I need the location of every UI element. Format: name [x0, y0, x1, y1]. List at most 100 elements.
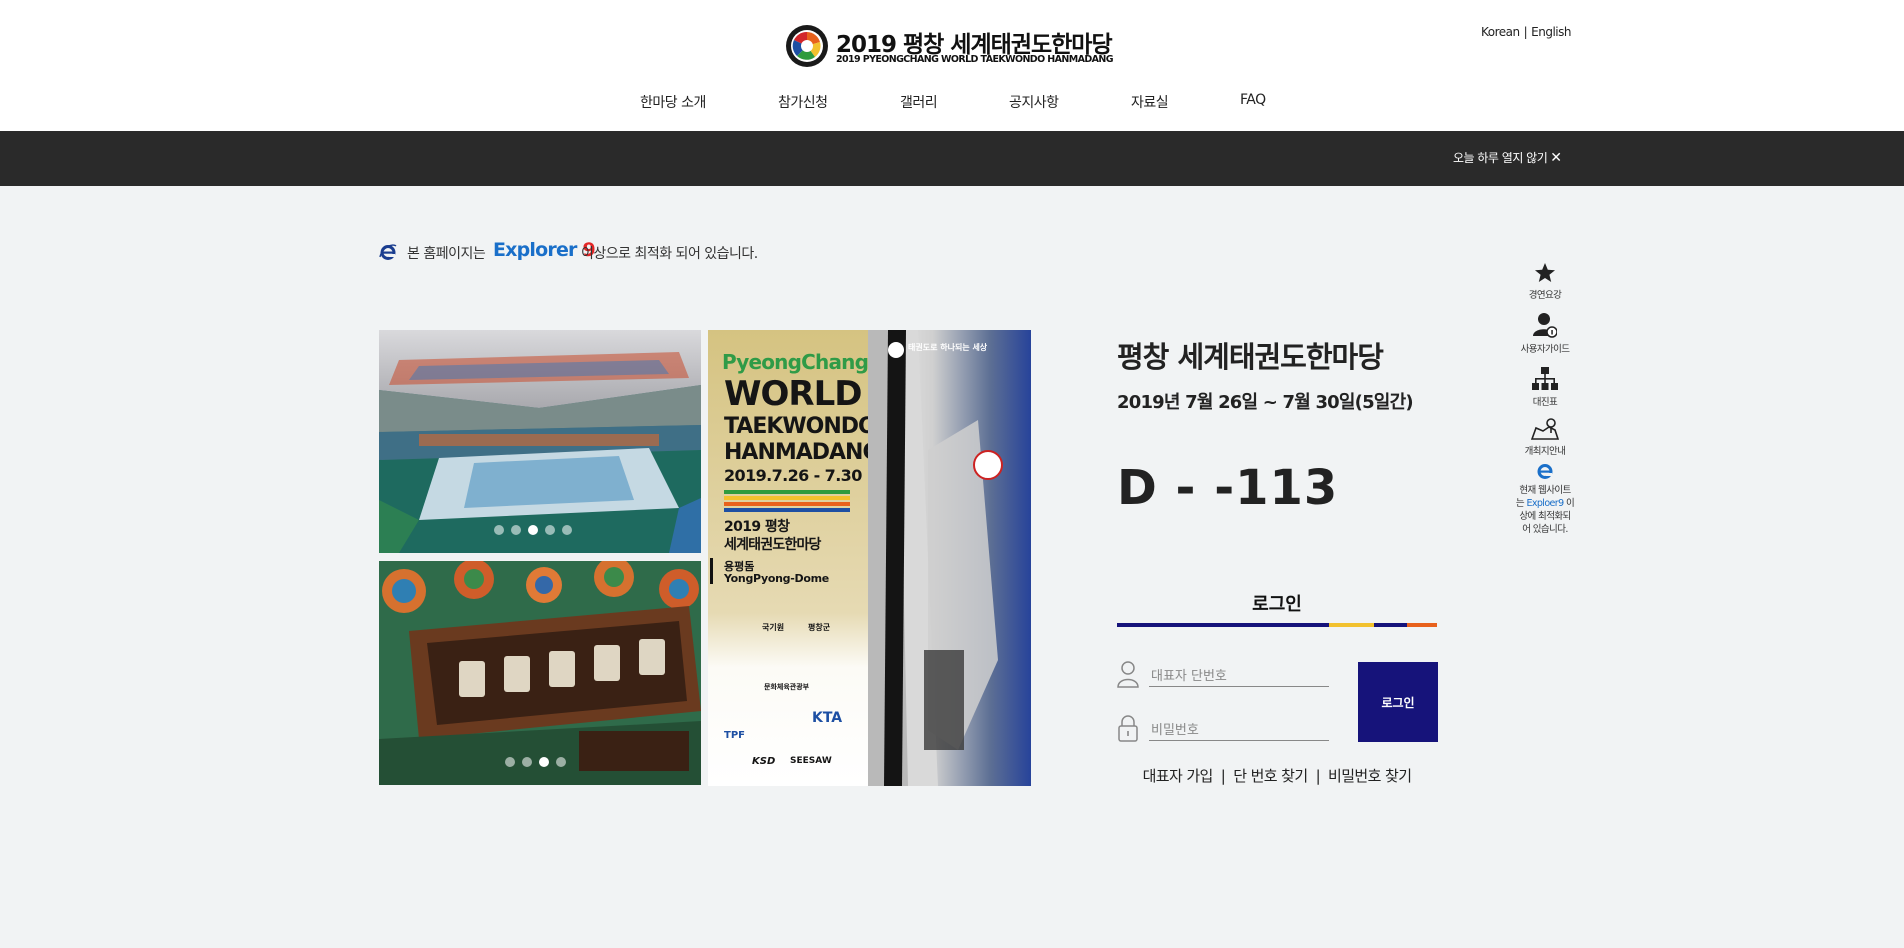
team-number-input[interactable] — [1149, 666, 1329, 687]
logo-subtitle: 2019 PYEONGCHANG WORLD TAEKWONDO HANMADA… — [836, 54, 1114, 65]
poster-brand: PyeongChang — [722, 350, 869, 374]
nav-item-notices[interactable]: 공지사항 — [1009, 92, 1059, 112]
event-date: 2019년 7월 26일 ~ 7월 30일(5일간) — [1117, 392, 1414, 413]
quick-item-label: 경연요강 — [1528, 290, 1562, 301]
stadium-photo-slider[interactable] — [379, 330, 701, 553]
quick-item-user-guide[interactable]: 사용자가이드 — [1506, 312, 1584, 355]
poster-venue-marker — [710, 558, 713, 584]
stadium-slider-dots — [494, 525, 572, 535]
lang-korean-link[interactable]: Korean — [1481, 25, 1520, 39]
login-links: 대표자 가입 | 단 번호 찾기 | 비밀번호 찾기 — [1117, 765, 1437, 786]
lock-icon — [1118, 715, 1138, 742]
quick-notice-text: 이 — [1565, 498, 1575, 509]
slider-dot[interactable] — [522, 757, 532, 767]
popup-close-bar: 오늘 하루 열지 않기 ✕ — [0, 131, 1904, 186]
close-today-label: 오늘 하루 열지 않기 — [1453, 151, 1548, 165]
poster-tagline: 태권도로 하나되는 세상 — [908, 343, 988, 352]
poster-sponsor-a: 국기원 — [762, 623, 785, 632]
poster-sponsor-b: 평창군 — [808, 623, 831, 632]
close-today-button[interactable]: 오늘 하루 열지 않기 ✕ — [1453, 149, 1562, 166]
nav-item-registration[interactable]: 참가신청 — [778, 92, 828, 112]
stadium-photo — [379, 330, 701, 553]
org-chart-icon — [1532, 367, 1558, 390]
quick-item-label: 대진표 — [1532, 397, 1558, 408]
notice-text-after: 이상으로 최적화 되어 있습니다. — [581, 246, 758, 262]
slider-dot[interactable] — [556, 757, 566, 767]
quick-item-label: 사용자가이드 — [1520, 344, 1570, 355]
lang-separator: | — [1523, 25, 1528, 39]
lang-english-link[interactable]: English — [1531, 25, 1571, 39]
event-title: 평창 세계태권도한마당 — [1117, 340, 1384, 374]
poster-sponsor-c: 문화체육관광부 — [764, 683, 810, 691]
slider-dot-active[interactable] — [528, 525, 538, 535]
poster-sponsor-e: TPF — [724, 730, 745, 741]
user-guide-icon — [1533, 313, 1558, 338]
link-separator: | — [1220, 767, 1226, 785]
poster-sponsor-g: SEESAW — [790, 756, 832, 766]
language-switcher: Korean | English — [1481, 25, 1572, 39]
team-number-field — [1117, 660, 1329, 690]
close-icon: ✕ — [1550, 150, 1562, 166]
poster-line-hanmadang: HANMADANG — [724, 440, 881, 465]
slider-dot[interactable] — [511, 525, 521, 535]
slider-dot[interactable] — [505, 757, 515, 767]
quick-notice-line3: 상에 최적화되 — [1519, 511, 1571, 522]
poster-dates: 2019.7.26 - 7.30 — [724, 466, 862, 485]
notice-browser-name: Explorer — [493, 239, 577, 261]
poster-color-stripes — [724, 490, 850, 512]
signboard-photo — [379, 561, 701, 785]
internet-explorer-icon — [379, 244, 397, 260]
quick-item-label: 개최지안내 — [1524, 446, 1566, 457]
event-poster[interactable]: PyeongChang WORLD TAEKWONDO HANMADANG 20… — [708, 330, 1031, 786]
login-title: 로그인 — [1252, 594, 1302, 615]
password-field — [1117, 714, 1329, 744]
quick-item-venue[interactable]: 개최지안내 — [1506, 418, 1584, 457]
main-nav: 한마당 소개 참가신청 갤러리 공지사항 자료실 FAQ — [0, 92, 1904, 116]
signboard-slider-dots — [505, 757, 566, 767]
signup-link[interactable]: 대표자 가입 — [1143, 767, 1214, 785]
map-pin-icon — [1530, 418, 1560, 440]
slider-dot[interactable] — [562, 525, 572, 535]
taekwondo-dobok-illustration — [868, 330, 1003, 786]
nav-item-archive[interactable]: 자료실 — [1131, 92, 1169, 112]
login-button[interactable]: 로그인 — [1358, 662, 1438, 742]
quick-item-bracket[interactable]: 대진표 — [1506, 367, 1584, 408]
notice-browser-brand: Explorer 9 — [493, 239, 596, 261]
poster-sponsor-d: KTA — [812, 710, 843, 726]
nav-item-gallery[interactable]: 갤러리 — [900, 92, 938, 112]
poster-image-panel: 태권도로 하나되는 세상 — [868, 330, 1031, 786]
slider-dot-active[interactable] — [539, 757, 549, 767]
poster-venue-en: YongPyong-Dome — [724, 572, 829, 585]
poster-ko-line2: 세계태권도한마당 — [724, 537, 821, 553]
notice-text-before: 본 홈페이지는 — [407, 246, 486, 262]
slider-dot[interactable] — [545, 525, 555, 535]
slider-dot[interactable] — [494, 525, 504, 535]
poster-sponsor-f: KSD — [752, 756, 776, 767]
login-divider — [1117, 623, 1437, 627]
hanmadang-emblem-icon — [786, 25, 828, 67]
password-input[interactable] — [1149, 720, 1329, 741]
poster-ko-line1: 2019 평창 — [724, 519, 790, 535]
signboard-photo-slider[interactable] — [379, 561, 701, 785]
internet-explorer-icon — [1537, 464, 1553, 479]
site-logo[interactable]: 2019 평창 세계태권도한마당 2019 PYEONGCHANG WORLD … — [785, 22, 1125, 70]
quick-notice-text: 는 — [1515, 498, 1525, 509]
quick-browser-notice: 현재 웹사이트 는 Exploer9 이 상에 최적화되 어 있습니다. — [1506, 462, 1584, 536]
user-icon — [1117, 661, 1139, 688]
nav-item-about[interactable]: 한마당 소개 — [640, 92, 706, 112]
nav-item-faq[interactable]: FAQ — [1240, 92, 1266, 108]
find-team-number-link[interactable]: 단 번호 찾기 — [1233, 767, 1308, 785]
poster-text-panel: PyeongChang WORLD TAEKWONDO HANMADANG 20… — [708, 330, 881, 786]
poster-line-world: WORLD — [724, 374, 862, 414]
site-header: 2019 평창 세계태권도한마당 2019 PYEONGCHANG WORLD … — [0, 0, 1904, 131]
quick-notice-brand: Exploer9 — [1526, 498, 1564, 509]
poster-line-taekwondo: TAEKWONDO — [724, 414, 877, 439]
quick-notice-line4: 어 있습니다. — [1522, 524, 1568, 535]
quick-notice-line1: 현재 웹사이트 — [1519, 485, 1571, 496]
quick-item-guidelines[interactable]: 경연요강 — [1506, 262, 1584, 301]
find-password-link[interactable]: 비밀번호 찾기 — [1328, 767, 1412, 785]
star-icon — [1535, 263, 1555, 282]
quick-notice-line2: 는 Exploer9 이 — [1506, 497, 1584, 510]
link-separator: | — [1315, 767, 1321, 785]
dday-counter: D - -113 — [1117, 460, 1339, 516]
